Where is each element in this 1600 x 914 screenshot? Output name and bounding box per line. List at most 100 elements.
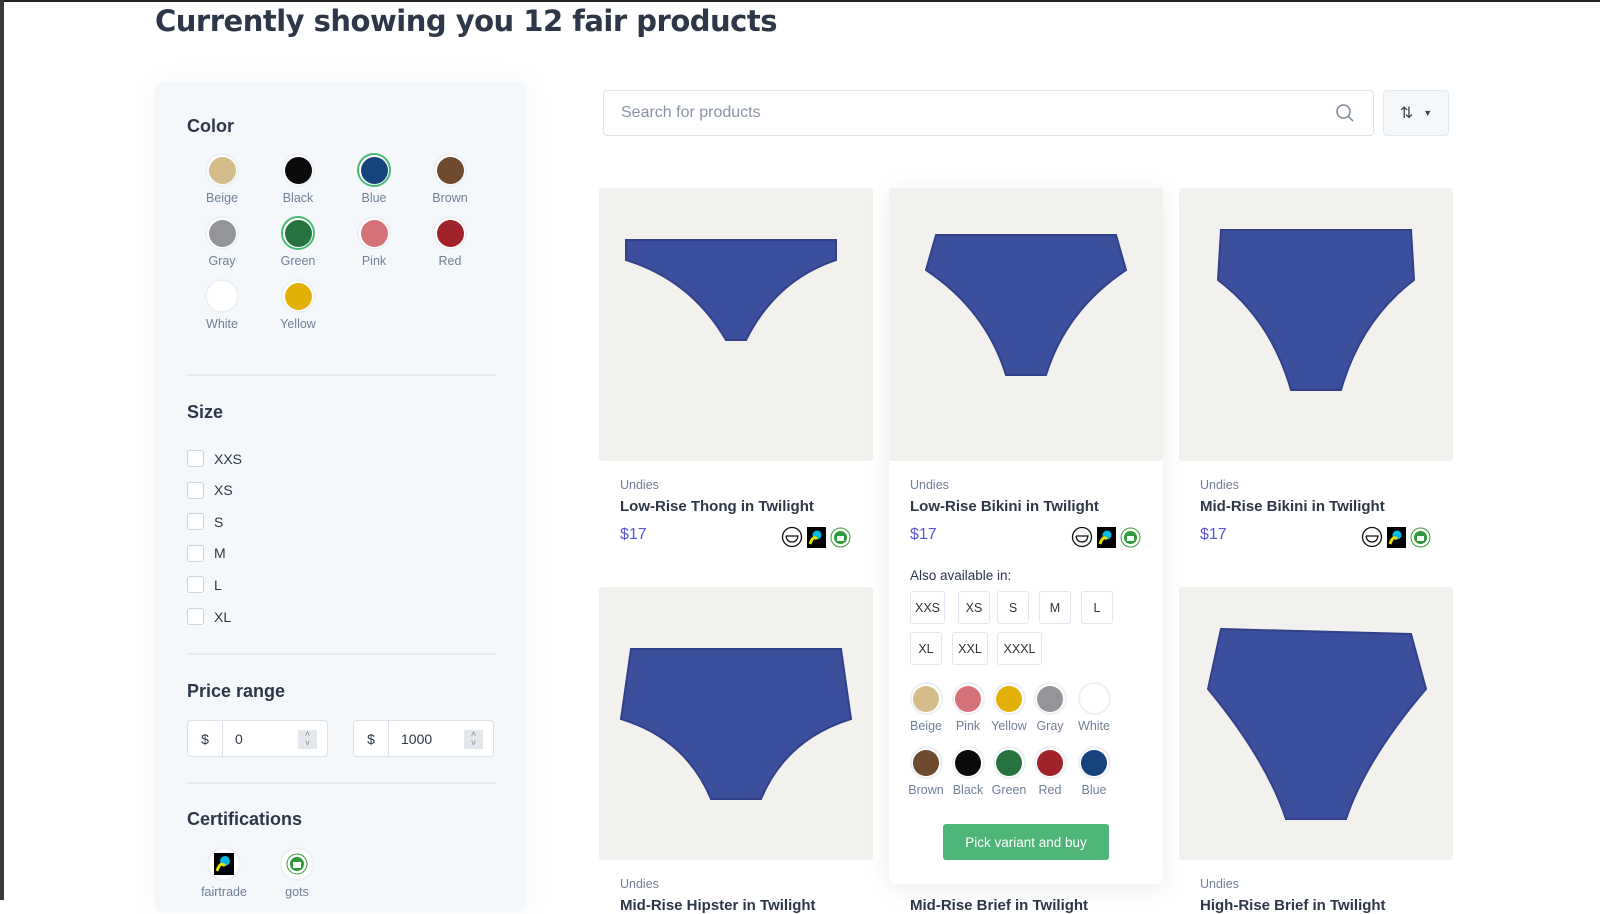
variant-size-xxl[interactable]: XXL: [952, 632, 988, 665]
product-category: Undies: [910, 478, 949, 492]
variant-color-black[interactable]: Black: [947, 746, 989, 797]
color-filter-beige[interactable]: Beige: [192, 153, 252, 205]
variant-color-white[interactable]: White: [1073, 682, 1115, 733]
color-heading: Color: [187, 116, 234, 136]
product-price: $17: [620, 526, 647, 543]
product-card[interactable]: Undies Mid-Rise Bikini in Twilight $17: [1179, 188, 1453, 548]
product-image[interactable]: [599, 188, 873, 461]
color-filter-blue[interactable]: Blue: [344, 153, 404, 205]
color-swatch: [357, 216, 391, 250]
color-label: Red: [1038, 783, 1062, 797]
variant-size-xxs[interactable]: XXS: [910, 591, 945, 624]
color-label: Red: [438, 254, 462, 268]
color-filter-green[interactable]: Green: [268, 216, 328, 268]
price-min-stepper[interactable]: ˄ ˅: [298, 730, 317, 749]
variant-size-xs[interactable]: XS: [958, 591, 990, 624]
variant-color-yellow[interactable]: Yellow: [988, 682, 1030, 733]
size-filter-xs[interactable]: XS: [187, 481, 233, 499]
variant-color-blue[interactable]: Blue: [1073, 746, 1115, 797]
color-filter-brown[interactable]: Brown: [420, 153, 480, 205]
variant-size-xl[interactable]: XL: [910, 632, 942, 665]
color-swatch: [992, 746, 1026, 779]
variant-size-m[interactable]: M: [1039, 591, 1071, 624]
price-max-field[interactable]: $ 1000 ˄ ˅: [353, 720, 494, 757]
product-card[interactable]: Undies Mid-Rise Hipster in Twilight: [599, 587, 873, 914]
color-swatch: [1033, 746, 1067, 779]
variant-size-xxxl[interactable]: XXXL: [997, 632, 1042, 665]
search-icon[interactable]: [1335, 103, 1355, 123]
product-card[interactable]: Undies Low-Rise Bikini in Twilight $17 Also…: [889, 188, 1163, 884]
product-card[interactable]: Undies Low-Rise Thong in Twilight $17: [599, 188, 873, 548]
size-filter-s[interactable]: S: [187, 513, 223, 531]
color-label: Blue: [1081, 783, 1107, 797]
variant-color-green[interactable]: Green: [988, 746, 1030, 797]
size-heading: Size: [187, 402, 224, 422]
gots-icon: [280, 847, 314, 881]
sort-button[interactable]: ⇅ ▼: [1383, 90, 1449, 136]
price-max-stepper[interactable]: ˄ ˅: [464, 730, 483, 749]
color-swatch: [281, 153, 315, 187]
checkbox[interactable]: [187, 481, 204, 499]
vegan-smile-icon: [1071, 526, 1093, 553]
window-left-edge: [0, 0, 4, 900]
product-image[interactable]: [599, 587, 873, 860]
divider: [187, 374, 496, 376]
product-image[interactable]: [1179, 587, 1453, 860]
pick-variant-buy-button[interactable]: Pick variant and buy: [943, 824, 1109, 860]
color-filter-pink[interactable]: Pink: [344, 216, 404, 268]
product-name[interactable]: Mid-Rise Bikini in Twilight: [1200, 498, 1385, 515]
color-label: Yellow: [991, 719, 1027, 733]
color-label: Gray: [208, 254, 236, 268]
also-available-label: Also available in:: [910, 568, 1012, 583]
variant-size-l[interactable]: L: [1081, 591, 1113, 624]
size-filter-xl[interactable]: XL: [187, 608, 231, 625]
variant-color-red[interactable]: Red: [1029, 746, 1071, 797]
variant-color-brown[interactable]: Brown: [905, 746, 947, 797]
product-image[interactable]: [1179, 188, 1453, 461]
product-card[interactable]: Undies High-Rise Brief in Twilight: [1179, 587, 1453, 914]
vegan-smile-icon: [1361, 526, 1383, 553]
size-filter-m[interactable]: M: [187, 544, 226, 562]
product-name[interactable]: Low-Rise Thong in Twilight: [620, 498, 814, 515]
vegan-smile-icon: [781, 526, 803, 553]
divider: [187, 782, 496, 784]
color-filter-gray[interactable]: Gray: [192, 216, 252, 268]
price-min-value[interactable]: 0: [223, 721, 298, 756]
checkbox[interactable]: [187, 544, 204, 562]
cert-filter-gots[interactable]: gots: [262, 847, 332, 899]
color-filter-red[interactable]: Red: [420, 216, 480, 268]
color-swatch: [909, 746, 943, 779]
checkbox[interactable]: [187, 608, 204, 625]
product-image[interactable]: [889, 188, 1163, 461]
window-top-border: [0, 0, 1600, 2]
price-max-value[interactable]: 1000: [389, 721, 464, 756]
fairtrade-icon: [207, 847, 241, 881]
search-input[interactable]: [621, 104, 1335, 122]
color-filter-white[interactable]: White: [192, 279, 252, 331]
cert-filter-fairtrade[interactable]: fairtrade: [189, 847, 259, 899]
product-name[interactable]: Low-Rise Bikini in Twilight: [910, 498, 1099, 515]
search-bar[interactable]: [603, 90, 1374, 136]
variant-color-pink[interactable]: Pink: [947, 682, 989, 733]
variant-size-s[interactable]: S: [997, 591, 1029, 624]
color-swatch: [909, 682, 943, 715]
gots-icon: [830, 527, 851, 553]
checkbox[interactable]: [187, 450, 204, 467]
color-label: Brown: [432, 191, 468, 205]
color-swatch: [992, 682, 1026, 715]
checkbox[interactable]: [187, 576, 204, 594]
filter-sidebar: Color Size Price range $ 0 ˄ ˅ $ 1000 ˄ ˅ …: [155, 82, 527, 912]
variant-color-gray[interactable]: Gray: [1029, 682, 1071, 733]
variant-color-beige[interactable]: Beige: [905, 682, 947, 733]
color-filter-black[interactable]: Black: [268, 153, 328, 205]
size-filter-l[interactable]: L: [187, 576, 222, 594]
cert-badges: [1071, 526, 1141, 553]
color-swatch: [433, 216, 467, 250]
size-filter-xxs[interactable]: XXS: [187, 450, 242, 467]
size-label: XS: [214, 482, 233, 499]
size-label: XXS: [214, 450, 243, 467]
color-label: White: [1078, 719, 1110, 733]
color-filter-yellow[interactable]: Yellow: [268, 279, 328, 331]
price-min-field[interactable]: $ 0 ˄ ˅: [187, 720, 328, 757]
checkbox[interactable]: [187, 513, 204, 531]
